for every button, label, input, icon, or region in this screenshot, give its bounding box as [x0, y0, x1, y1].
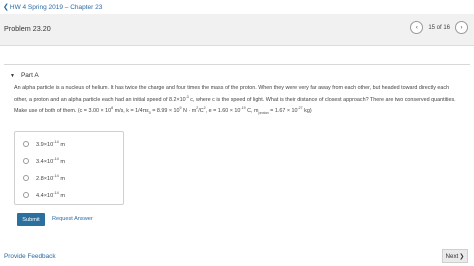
radio-button[interactable]: [23, 174, 29, 181]
question-segment: N · m: [181, 107, 197, 114]
choice-label: 3.9×10-14 m: [36, 140, 65, 148]
breadcrumb-label: HW 4 Spring 2019 – Chapter 23: [9, 4, 103, 11]
question-segment: = 1.67 × 10: [268, 107, 298, 114]
question-segment: kg): [302, 107, 312, 114]
submit-button[interactable]: Submit: [17, 213, 45, 226]
next-page-button[interactable]: ›: [455, 21, 468, 34]
question-segment: m/s, k = 1/4πε: [113, 107, 149, 114]
chevron-left-icon: ❮: [3, 4, 9, 11]
part-label: Part A: [20, 72, 39, 79]
question-segment: an alpha particle each had an initial sp…: [60, 96, 186, 103]
choice-option[interactable]: 3.4×10-14 m: [23, 157, 65, 165]
choice-label: 2.8×10-14 m: [36, 174, 65, 182]
choice-option[interactable]: 3.9×10-14 m: [23, 140, 65, 148]
chevron-right-icon: ›: [460, 24, 463, 31]
page-counter: 15 of 16: [428, 24, 450, 31]
question-text: An alpha particle is a nucleus of helium…: [14, 84, 462, 117]
top-bar: ❮HW 4 Spring 2019 – Chapter 23: [0, 0, 474, 14]
chevron-left-icon: ‹: [415, 24, 418, 31]
next-button[interactable]: Next ❯: [442, 249, 468, 263]
choice-option[interactable]: 2.8×10-14 m: [23, 174, 65, 182]
pager: ‹ 15 of 16 ›: [410, 21, 468, 34]
question-segment: = 8.99 × 10: [150, 107, 180, 114]
question-segment: × 10: [100, 107, 112, 114]
question-segment: , e = 1.60 × 10: [205, 107, 241, 114]
provide-feedback-link[interactable]: Provide Feedback: [4, 253, 56, 260]
breadcrumb-link[interactable]: ❮HW 4 Spring 2019 – Chapter 23: [3, 3, 102, 11]
title-bar: Problem 23.20 ‹ 15 of 16 ›: [0, 14, 474, 46]
radio-button[interactable]: [23, 157, 29, 164]
choice-option[interactable]: 4.4×10-14 m: [23, 191, 65, 199]
part-header[interactable]: ▼ Part A: [10, 72, 39, 79]
prev-button[interactable]: ‹: [410, 21, 424, 34]
next-label: Next: [445, 252, 459, 260]
choice-label: 3.4×10-14 m: [36, 157, 65, 165]
page-title: Problem 23.20: [4, 24, 51, 33]
triangle-down-icon: ▼: [10, 72, 15, 79]
radio-button[interactable]: [23, 140, 29, 147]
question-segment: C, m: [245, 107, 259, 114]
chevron-right-icon: ❯: [459, 252, 465, 260]
choice-label: 4.4×10-14 m: [36, 191, 65, 199]
request-answer-link[interactable]: Request Answer: [52, 216, 93, 222]
answer-choices: 3.9×10-14 m 3.4×10-14 m 2.8×10-14 m 4.4×…: [14, 131, 124, 205]
radio-button[interactable]: [23, 191, 29, 198]
subscript: proton: [258, 110, 269, 115]
